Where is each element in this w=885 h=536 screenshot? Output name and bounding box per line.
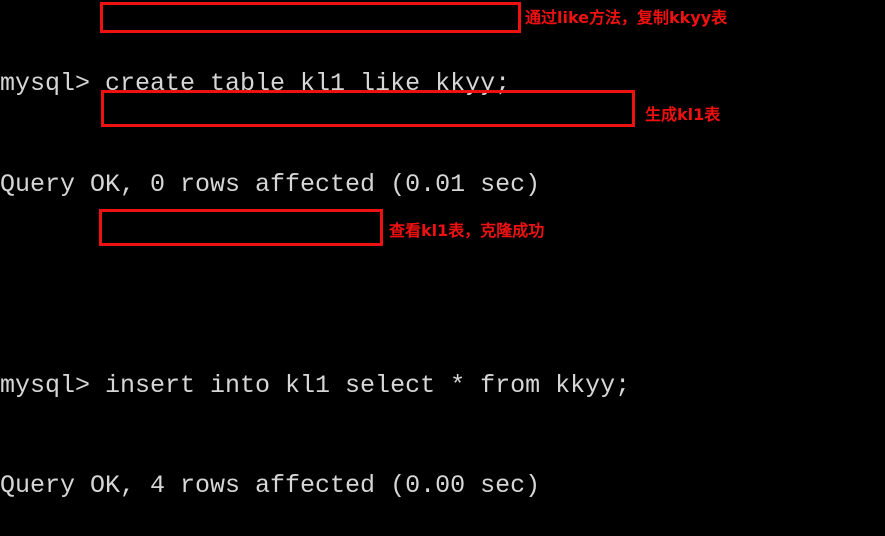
terminal-output: mysql> create table kl1 like kkyy; Query… [0,0,885,536]
terminal-line-blank-1 [0,268,885,302]
terminal-line-result-2: Query OK, 4 rows affected (0.00 sec) [0,471,541,500]
annotation-create-table: 通过like方法，复制kkyy表 [525,8,728,27]
terminal-line-command-2: mysql> insert into kl1 select * from kky… [0,370,631,400]
terminal-screen: mysql> create table kl1 like kkyy; Query… [0,0,885,536]
annotation-select-from: 查看kl1表，克隆成功 [389,221,545,240]
terminal-line-command-1: mysql> create table kl1 like kkyy; [0,69,511,98]
terminal-line-result-1: Query OK, 0 rows affected (0.01 sec) [0,169,541,199]
annotation-insert-into: 生成kl1表 [645,105,721,124]
